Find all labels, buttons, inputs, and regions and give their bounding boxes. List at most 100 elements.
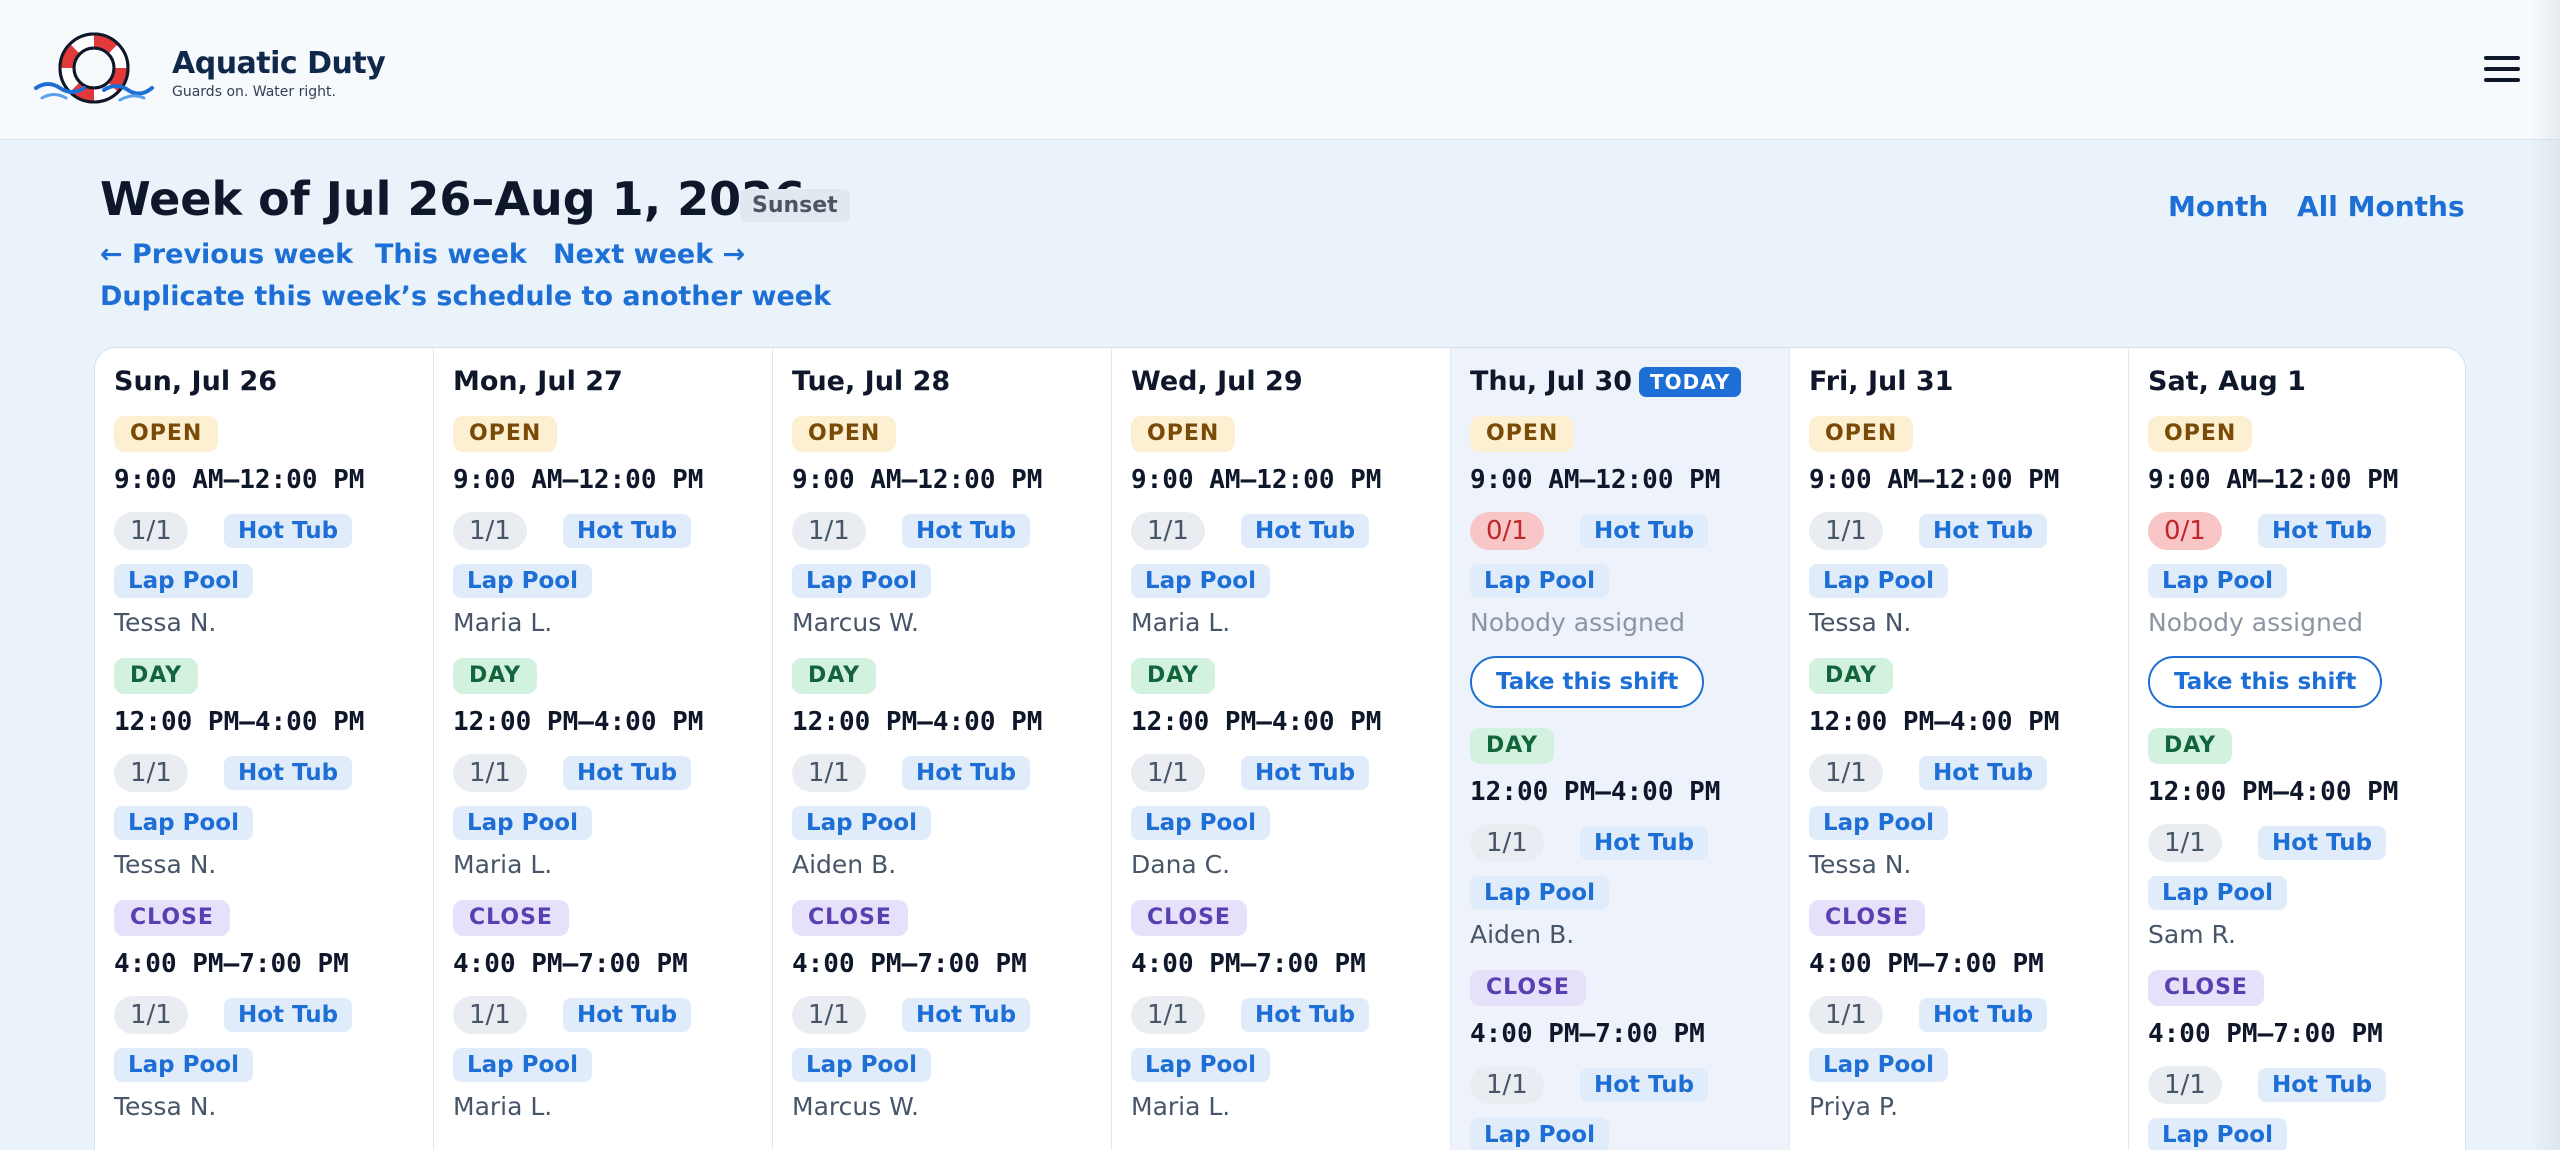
- brand-name: Aquatic Duty: [172, 46, 386, 81]
- shift-time: 9:00 AM–12:00 PM: [2148, 465, 2399, 495]
- location-lap-pool: Lap Pool: [2148, 876, 2287, 910]
- shift-card: CLOSE 4:00 PM–7:00 PM 1/1 Hot Tub Lap Pool Te…: [114, 900, 424, 1130]
- location-lap-pool: Lap Pool: [453, 564, 592, 598]
- shift-type-tag: OPEN: [2148, 416, 2253, 452]
- staffing-count: 1/1: [792, 996, 866, 1034]
- location-hot-tub: Hot Tub: [1580, 1068, 1709, 1102]
- shift-time: 4:00 PM–7:00 PM: [2148, 1019, 2383, 1049]
- month-view-link[interactable]: Month: [2168, 190, 2268, 223]
- location-hot-tub: Hot Tub: [2258, 1068, 2387, 1102]
- shift-type-tag: OPEN: [792, 416, 897, 452]
- location-lap-pool: Lap Pool: [1131, 1048, 1270, 1082]
- shift-time: 9:00 AM–12:00 PM: [1809, 465, 2060, 495]
- shift-time: 12:00 PM–4:00 PM: [1470, 777, 1721, 807]
- location-hot-tub: Hot Tub: [224, 998, 353, 1032]
- shift-time: 12:00 PM–4:00 PM: [1131, 707, 1382, 737]
- staffing-count: 1/1: [114, 996, 188, 1034]
- location-hot-tub: Hot Tub: [2258, 514, 2387, 548]
- location-lap-pool: Lap Pool: [453, 1048, 592, 1082]
- assignee-name: Marcus W.: [792, 1092, 919, 1121]
- shift-card: CLOSE 4:00 PM–7:00 PM 1/1 Hot Tub Lap Pool Ma…: [792, 900, 1102, 1130]
- shift-type-tag: DAY: [453, 658, 538, 694]
- day-column: Thu, Jul 30 TODAY OPEN 9:00 AM–12:00 PM 0/1 H…: [1451, 348, 1790, 1150]
- shift-type-tag: OPEN: [114, 416, 219, 452]
- take-shift-button[interactable]: Take this shift: [1470, 656, 1705, 708]
- app-header: Aquatic Duty Guards on. Water right.: [0, 0, 2560, 140]
- day-column: Sat, Aug 1 OPEN 9:00 AM–12:00 PM 0/1 Hot Tub…: [2129, 348, 2465, 1150]
- shift-card: CLOSE 4:00 PM–7:00 PM 1/1 Hot Tub Lap Pool Ma…: [1131, 900, 1441, 1130]
- shift-type-tag: DAY: [114, 658, 199, 694]
- shift-type-tag: CLOSE: [792, 900, 908, 936]
- page-title: Week of Jul 26–Aug 1, 2026: [100, 172, 806, 226]
- location-lap-pool: Lap Pool: [2148, 1118, 2287, 1150]
- shift-type-tag: CLOSE: [114, 900, 230, 936]
- shift-type-tag: CLOSE: [1809, 900, 1925, 936]
- all-months-link[interactable]: All Months: [2297, 190, 2465, 223]
- location-hot-tub: Hot Tub: [1580, 514, 1709, 548]
- assignee-name: Tessa N.: [1809, 608, 1912, 637]
- location-hot-tub: Hot Tub: [1241, 514, 1370, 548]
- shift-card: CLOSE 4:00 PM–7:00 PM 1/1 Hot Tub Lap Pool: [2148, 970, 2458, 1150]
- assignee-name: Tessa N.: [114, 1092, 217, 1121]
- take-shift-button[interactable]: Take this shift: [2148, 656, 2383, 708]
- shift-time: 4:00 PM–7:00 PM: [1131, 949, 1366, 979]
- staffing-count: 1/1: [114, 512, 188, 550]
- shift-time: 4:00 PM–7:00 PM: [792, 949, 1027, 979]
- day-heading: Tue, Jul 28: [792, 366, 951, 397]
- location-lap-pool: Lap Pool: [1131, 564, 1270, 598]
- location-lap-pool: Lap Pool: [1809, 806, 1948, 840]
- day-heading: Sat, Aug 1: [2148, 366, 2306, 397]
- assignee-name: Aiden B.: [1470, 920, 1575, 949]
- shift-type-tag: OPEN: [1470, 416, 1575, 452]
- shift-type-tag: DAY: [2148, 728, 2233, 764]
- location-lap-pool: Lap Pool: [1809, 1048, 1948, 1082]
- location-lap-pool: Lap Pool: [114, 806, 253, 840]
- shift-card: OPEN 9:00 AM–12:00 PM 1/1 Hot Tub Lap Pool Te…: [1809, 416, 2119, 646]
- today-badge: TODAY: [1639, 367, 1742, 397]
- this-week-link[interactable]: This week: [375, 239, 527, 270]
- staffing-count: 0/1: [1470, 512, 1544, 550]
- location-lap-pool: Lap Pool: [792, 806, 931, 840]
- staffing-count: 1/1: [792, 754, 866, 792]
- shift-card: DAY 12:00 PM–4:00 PM 1/1 Hot Tub Lap Pool Tes…: [1809, 658, 2119, 888]
- day-heading: Thu, Jul 30: [1470, 366, 1633, 397]
- staffing-count: 1/1: [1470, 1066, 1544, 1104]
- location-hot-tub: Hot Tub: [1919, 756, 2048, 790]
- assignee-name: Maria L.: [453, 850, 553, 879]
- shift-type-tag: CLOSE: [2148, 970, 2264, 1006]
- staffing-count: 1/1: [792, 512, 866, 550]
- staffing-count: 1/1: [453, 996, 527, 1034]
- location-lap-pool: Lap Pool: [1809, 564, 1948, 598]
- location-lap-pool: Lap Pool: [114, 1048, 253, 1082]
- location-lap-pool: Lap Pool: [114, 564, 253, 598]
- staffing-count: 1/1: [1131, 754, 1205, 792]
- assignee-name: Tessa N.: [1809, 850, 1912, 879]
- shift-card: DAY 12:00 PM–4:00 PM 1/1 Hot Tub Lap Pool Sam…: [2148, 728, 2458, 958]
- shift-time: 9:00 AM–12:00 PM: [453, 465, 704, 495]
- staffing-count: 1/1: [453, 754, 527, 792]
- shift-type-tag: OPEN: [1809, 416, 1914, 452]
- day-column: Fri, Jul 31 OPEN 9:00 AM–12:00 PM 1/1 Hot Tu…: [1790, 348, 2129, 1150]
- staffing-count: 1/1: [2148, 1066, 2222, 1104]
- assignee-name: Marcus W.: [792, 608, 919, 637]
- duplicate-week-link[interactable]: Duplicate this week’s schedule to anothe…: [100, 281, 831, 312]
- day-heading: Mon, Jul 27: [453, 366, 623, 397]
- previous-week-link[interactable]: ← Previous week: [100, 239, 353, 270]
- location-hot-tub: Hot Tub: [224, 514, 353, 548]
- assignee-name: Dana C.: [1131, 850, 1231, 879]
- next-week-link[interactable]: Next week →: [553, 239, 745, 270]
- location-lap-pool: Lap Pool: [1470, 876, 1609, 910]
- assignee-name: Nobody assigned: [1470, 608, 1686, 637]
- location-hot-tub: Hot Tub: [224, 756, 353, 790]
- location-lap-pool: Lap Pool: [792, 1048, 931, 1082]
- staffing-count: 1/1: [1809, 996, 1883, 1034]
- shift-type-tag: DAY: [1470, 728, 1555, 764]
- assignee-name: Tessa N.: [114, 608, 217, 637]
- shift-time: 4:00 PM–7:00 PM: [1470, 1019, 1705, 1049]
- shift-time: 9:00 AM–12:00 PM: [114, 465, 365, 495]
- shift-card: DAY 12:00 PM–4:00 PM 1/1 Hot Tub Lap Pool Aid…: [1470, 728, 1780, 958]
- location-hot-tub: Hot Tub: [902, 756, 1031, 790]
- staffing-count: 1/1: [1131, 996, 1205, 1034]
- location-hot-tub: Hot Tub: [2258, 826, 2387, 860]
- hamburger-icon[interactable]: [2484, 56, 2520, 84]
